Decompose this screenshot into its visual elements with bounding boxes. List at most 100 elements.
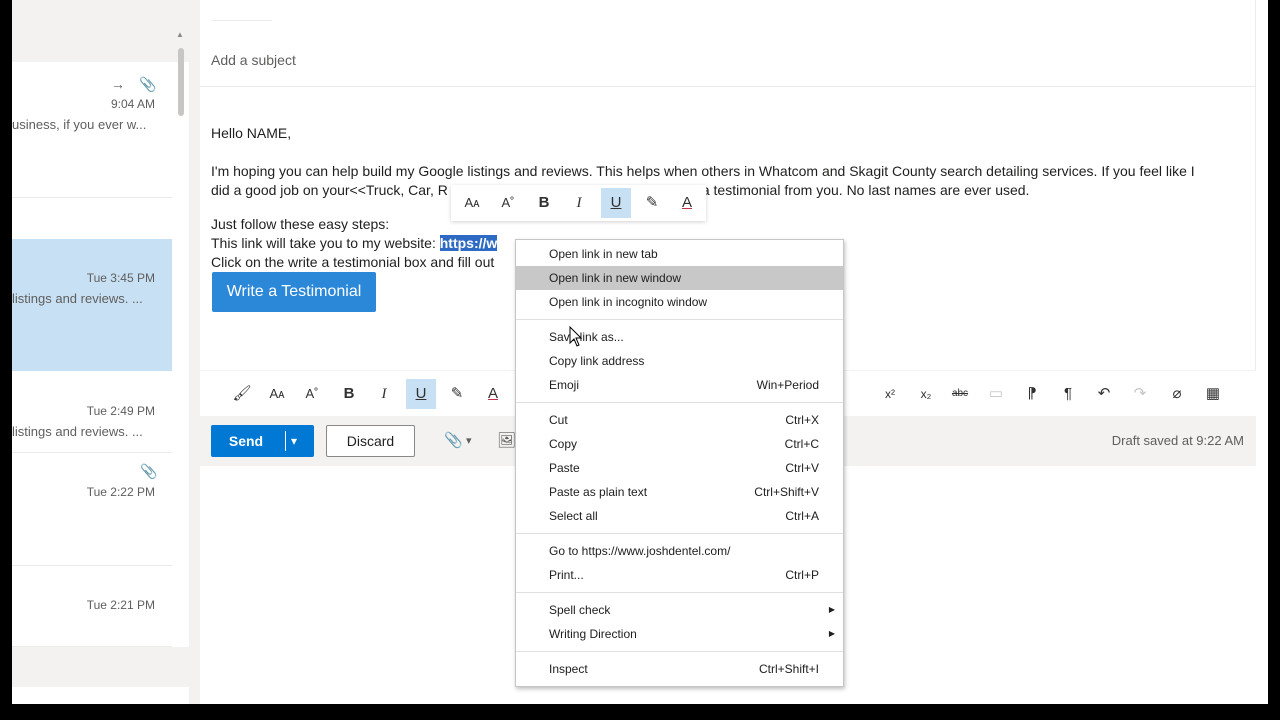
insert-image-icon[interactable]: 🖼 (497, 425, 516, 457)
menu-item-print[interactable]: Print... Ctrl+P (516, 563, 843, 587)
menu-item-emoji[interactable]: Emoji Win+Period (516, 373, 843, 397)
draft-status: Draft saved at 9:22 AM (1111, 433, 1244, 448)
send-button[interactable]: Send ▾ (211, 425, 314, 457)
font-color-icon[interactable]: A (672, 188, 702, 218)
divider (285, 431, 286, 451)
menu-item-shortcut: Ctrl+P (785, 568, 819, 582)
menu-item-open-link-in-incognito-window[interactable]: Open link in incognito window (516, 290, 843, 314)
redo-icon[interactable]: ↷ (1125, 379, 1155, 409)
body-text: did a good job on your<<Truck, Car, R (211, 182, 448, 198)
list-item[interactable]: 📎 Tue 2:22 PM (12, 453, 172, 563)
menu-separator (516, 402, 843, 403)
chevron-down-icon[interactable]: ▾ (291, 425, 297, 457)
italic-icon[interactable]: I (564, 188, 594, 218)
screen: → 📎 9:04 AM usiness, if you ever w... Tu… (12, 0, 1268, 704)
bold-icon[interactable]: B (529, 188, 559, 218)
menu-item-open-link-in-new-tab[interactable]: Open link in new tab (516, 242, 843, 266)
chevron-down-icon[interactable]: ▾ (466, 425, 472, 457)
undo-icon[interactable]: ↶ (1089, 379, 1119, 409)
discard-button[interactable]: Discard (326, 425, 415, 457)
font-color-icon[interactable]: A (478, 379, 508, 409)
menu-item-select-all[interactable]: Select all Ctrl+A (516, 504, 843, 528)
pane-gutter (189, 0, 200, 704)
menu-item-copy-link-address[interactable]: Copy link address (516, 349, 843, 373)
font-icon[interactable]: Aᴀ (262, 379, 292, 409)
list-item[interactable]: Tue 2:49 PM listings and reviews. ... (12, 372, 172, 462)
menu-item-label: Paste as plain text (549, 485, 648, 499)
subject-input[interactable]: Add a subject (211, 52, 296, 68)
menu-item-go-to-https-www-joshdentel-com[interactable]: Go to https://www.joshdentel.com/ (516, 539, 843, 563)
attach-icon[interactable]: 📎 (444, 425, 463, 457)
message-time: 9:04 AM (110, 97, 155, 111)
steps-intro-text: Just follow these easy steps: (211, 216, 390, 232)
font-size-icon[interactable]: A˚ (493, 188, 523, 218)
floating-format-bar: Aᴀ A˚ B I U ✎ A (451, 185, 706, 221)
body-paragraph-line: did a good job on your<<Truck, Car, R a t… (211, 181, 1251, 200)
message-preview: usiness, if you ever w... (12, 117, 147, 132)
recipient-field-edge[interactable] (212, 0, 272, 21)
menu-item-label: Save link as... (549, 330, 624, 344)
format-painter-icon[interactable]: 🖌 (227, 379, 257, 409)
menu-item-label: Go to https://www.joshdentel.com/ (549, 544, 731, 558)
menu-item-paste-as-plain-text[interactable]: Paste as plain text Ctrl+Shift+V (516, 480, 843, 504)
strikethrough-icon[interactable]: abc (945, 379, 975, 409)
menu-item-save-link-as[interactable]: Save link as... (516, 325, 843, 349)
message-preview: listings and reviews. ... (12, 291, 143, 306)
highlight-icon[interactable]: ✎ (442, 379, 472, 409)
list-band (12, 647, 189, 687)
bold-icon[interactable]: B (334, 379, 364, 409)
paperclip-icon: 📎 (140, 463, 158, 479)
list-item-selected[interactable]: Tue 3:45 PM listings and reviews. ... (12, 239, 172, 371)
forward-icon: → (111, 76, 125, 92)
menu-item-label: Open link in incognito window (549, 295, 708, 309)
insert-picture-icon[interactable]: ▭ (981, 379, 1011, 409)
menu-item-paste[interactable]: Paste Ctrl+V (516, 456, 843, 480)
menu-item-label: Copy link address (549, 354, 645, 368)
write-testimonial-button[interactable]: Write a Testimonial (212, 272, 376, 312)
menu-item-open-link-in-new-window[interactable]: Open link in new window (516, 266, 843, 290)
underline-icon[interactable]: U (406, 379, 436, 409)
menu-item-copy[interactable]: Copy Ctrl+C (516, 432, 843, 456)
menu-item-label: Spell check (549, 603, 611, 617)
underline-icon[interactable]: U (601, 188, 631, 218)
scroll-up-icon[interactable]: ▲ (176, 30, 184, 39)
rtl-icon[interactable]: ¶ (1053, 379, 1083, 409)
menu-item-shortcut: Ctrl+X (785, 413, 819, 427)
menu-item-shortcut: Ctrl+Shift+V (754, 485, 819, 499)
menu-item-label: Paste (549, 461, 580, 475)
menu-item-label: Copy (549, 437, 578, 451)
message-time: Tue 2:21 PM (86, 598, 155, 612)
insert-table-icon[interactable]: ▦ (1198, 379, 1228, 409)
list-scrollbar-thumb[interactable] (178, 48, 184, 116)
message-time: Tue 2:49 PM (86, 404, 155, 418)
subscript-icon[interactable]: x₂ (911, 379, 941, 409)
clear-formatting-icon[interactable]: ⌀ (1162, 379, 1192, 409)
step-1-text: This link will take you to my website: (211, 235, 440, 251)
font-size-icon[interactable]: A˚ (297, 379, 327, 409)
menu-item-writing-direction[interactable]: Writing Direction ▶ (516, 622, 843, 646)
submenu-arrow-icon: ▶ (828, 605, 835, 614)
selected-link[interactable]: https://w (439, 235, 498, 251)
menu-item-label: Cut (549, 413, 568, 427)
list-header-band (12, 0, 189, 62)
message-time: Tue 3:45 PM (86, 271, 155, 285)
menu-item-cut[interactable]: Cut Ctrl+X (516, 408, 843, 432)
menu-separator (516, 533, 843, 534)
message-list: → 📎 9:04 AM usiness, if you ever w... Tu… (12, 0, 189, 704)
menu-item-shortcut: Ctrl+V (785, 461, 819, 475)
list-item[interactable]: Tue 2:21 PM (12, 566, 172, 646)
menu-item-label: Open link in new tab (549, 247, 658, 261)
menu-separator (516, 651, 843, 652)
superscript-icon[interactable]: x² (875, 379, 905, 409)
body-paragraph-line: I'm hoping you can help build my Google … (211, 163, 1195, 179)
ltr-icon[interactable]: ⁋ (1017, 379, 1047, 409)
send-label: Send (228, 433, 264, 449)
font-icon[interactable]: Aᴀ (457, 188, 487, 218)
menu-item-spell-check[interactable]: Spell check ▶ (516, 598, 843, 622)
highlight-icon[interactable]: ✎ (637, 188, 667, 218)
menu-item-inspect[interactable]: Inspect Ctrl+Shift+I (516, 657, 843, 681)
menu-item-label: Print... (549, 568, 584, 582)
menu-item-shortcut: Win+Period (756, 378, 819, 392)
list-item[interactable]: → 📎 9:04 AM usiness, if you ever w... (12, 62, 172, 197)
italic-icon[interactable]: I (369, 379, 399, 409)
